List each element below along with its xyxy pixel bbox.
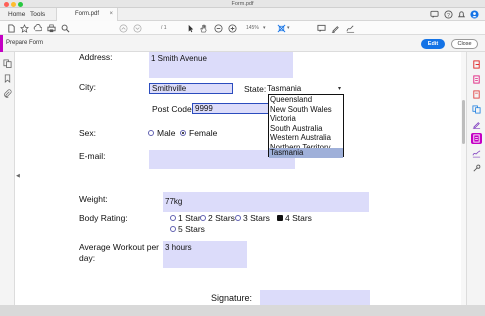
tools-tab[interactable]: Tools bbox=[30, 8, 45, 21]
edit-pdf-icon[interactable] bbox=[471, 74, 482, 85]
postcode-label: Post Code: bbox=[152, 104, 195, 114]
hand-icon[interactable] bbox=[198, 23, 208, 33]
close-button[interactable]: Close bbox=[451, 39, 478, 49]
chat-icon[interactable] bbox=[430, 10, 439, 19]
fit-dropdown-icon[interactable]: ▾ bbox=[287, 21, 290, 35]
weight-label: Weight: bbox=[79, 194, 108, 204]
page-count: / 1 bbox=[161, 25, 167, 31]
weight-field[interactable]: 77kg bbox=[163, 192, 369, 212]
workout-field[interactable]: 3 hours bbox=[163, 241, 247, 268]
zoom-level[interactable]: 145% bbox=[246, 21, 259, 35]
sex-male-label: Male bbox=[157, 128, 176, 138]
send-for-signature-icon[interactable] bbox=[471, 148, 482, 159]
sign-icon[interactable] bbox=[345, 23, 355, 33]
rating-2-stars-radio[interactable] bbox=[200, 215, 206, 221]
pdf-page: Address: 1 Smith Avenue City: Smithville… bbox=[20, 52, 460, 305]
rating-2-stars-label: 2 Stars bbox=[208, 213, 235, 223]
select-arrow-icon[interactable] bbox=[185, 23, 195, 33]
rating-3-stars-radio[interactable] bbox=[235, 215, 241, 221]
state-dropdown-value: Tasmania bbox=[267, 84, 302, 93]
page-down-icon[interactable] bbox=[132, 23, 142, 33]
edit-button[interactable]: Edit bbox=[421, 39, 445, 49]
highlight-icon[interactable] bbox=[330, 23, 340, 33]
right-tools-rail bbox=[466, 52, 485, 305]
state-option-selected[interactable]: Tasmania bbox=[269, 148, 343, 158]
zoom-in-icon[interactable] bbox=[227, 23, 237, 33]
new-doc-icon[interactable] bbox=[6, 23, 16, 33]
rating-4-stars-radio[interactable] bbox=[277, 215, 283, 221]
page-up-icon[interactable] bbox=[118, 23, 128, 33]
prepare-form-bar: Prepare Form Edit Close bbox=[0, 35, 485, 52]
signature-label: Signature: bbox=[211, 293, 253, 303]
help-icon[interactable]: ? bbox=[444, 10, 453, 19]
city-field[interactable]: Smithville bbox=[149, 83, 233, 94]
left-navigation-rail bbox=[0, 52, 15, 305]
export-pdf-icon[interactable] bbox=[471, 59, 482, 70]
scrollbar-thumb[interactable] bbox=[462, 100, 465, 144]
rating-5-stars-label: 5 Stars bbox=[178, 224, 205, 234]
address-field[interactable]: 1 Smith Avenue bbox=[149, 52, 293, 78]
create-pdf-icon[interactable] bbox=[471, 89, 482, 100]
rating-5-stars-radio[interactable] bbox=[170, 226, 176, 232]
title-bar: Form.pdf bbox=[0, 0, 485, 8]
state-dropdown[interactable]: Tasmania ▾ bbox=[265, 84, 343, 94]
sex-label: Sex: bbox=[79, 128, 97, 138]
state-option[interactable]: Victoria bbox=[269, 114, 343, 124]
comment-icon[interactable] bbox=[316, 23, 326, 33]
document-tab[interactable]: Form.pdf × bbox=[56, 8, 118, 21]
sex-female-label: Female bbox=[189, 128, 218, 138]
document-tab-close-icon[interactable]: × bbox=[109, 8, 113, 21]
zoom-out-icon[interactable] bbox=[213, 23, 223, 33]
zoom-dropdown-icon[interactable]: ▾ bbox=[263, 21, 266, 35]
state-label: State: bbox=[244, 84, 267, 94]
bookmarks-icon[interactable] bbox=[3, 74, 12, 83]
state-option[interactable]: South Australia bbox=[269, 124, 343, 134]
fit-page-icon[interactable] bbox=[276, 23, 286, 33]
window-shadow bbox=[0, 305, 485, 316]
svg-text:?: ? bbox=[447, 13, 450, 19]
search-icon[interactable] bbox=[60, 23, 70, 33]
rating-1-star-radio[interactable] bbox=[170, 215, 176, 221]
combine-files-icon[interactable] bbox=[471, 104, 482, 115]
account-icon[interactable] bbox=[470, 10, 479, 19]
city-label: City: bbox=[79, 82, 96, 92]
notifications-icon[interactable] bbox=[457, 10, 466, 19]
window-title: Form.pdf bbox=[231, 1, 254, 7]
rating-4-stars-label: 4 Stars bbox=[285, 213, 312, 223]
sex-male-radio[interactable] bbox=[148, 130, 154, 136]
fill-sign-icon[interactable] bbox=[471, 119, 482, 130]
prepare-form-accent bbox=[0, 35, 3, 52]
email-label: E-mail: bbox=[79, 151, 106, 161]
home-tab[interactable]: Home bbox=[8, 8, 25, 21]
state-dropdown-list: Queensland New South Wales Victoria Sout… bbox=[268, 94, 344, 158]
body-rating-label: Body Rating: bbox=[79, 213, 128, 223]
more-tools-icon[interactable] bbox=[471, 163, 482, 174]
tab-bar: Home Tools Form.pdf × ? bbox=[0, 8, 485, 21]
state-option[interactable]: Queensland bbox=[269, 95, 343, 105]
signature-field[interactable] bbox=[260, 290, 370, 305]
prepare-form-title: Prepare Form bbox=[6, 40, 44, 46]
attachments-icon[interactable] bbox=[3, 89, 12, 98]
page-thumbnails-icon[interactable] bbox=[3, 59, 12, 68]
app-window: Form.pdf Home Tools Form.pdf × ? / 1 145… bbox=[0, 0, 485, 305]
prepare-form-icon[interactable] bbox=[471, 133, 482, 144]
rating-3-stars-label: 3 Stars bbox=[243, 213, 270, 223]
workout-label-line2: day: bbox=[79, 253, 96, 263]
main-toolbar: / 1 145% ▾ ▾ bbox=[0, 21, 485, 35]
chevron-down-icon: ▾ bbox=[337, 86, 341, 92]
upload-icon[interactable] bbox=[32, 23, 42, 33]
workout-label-line1: Average Workout per bbox=[79, 242, 160, 252]
state-option[interactable]: New South Wales bbox=[269, 105, 343, 115]
sex-female-radio[interactable] bbox=[180, 130, 186, 136]
address-label: Address: bbox=[79, 52, 113, 62]
print-icon[interactable] bbox=[46, 23, 56, 33]
document-tab-label: Form.pdf bbox=[75, 11, 100, 17]
postcode-field[interactable]: 9999 bbox=[192, 103, 269, 114]
state-option[interactable]: Western Australia bbox=[269, 133, 343, 143]
bookmark-star-icon[interactable] bbox=[19, 23, 29, 33]
rating-1-star-label: 1 Star bbox=[178, 213, 201, 223]
